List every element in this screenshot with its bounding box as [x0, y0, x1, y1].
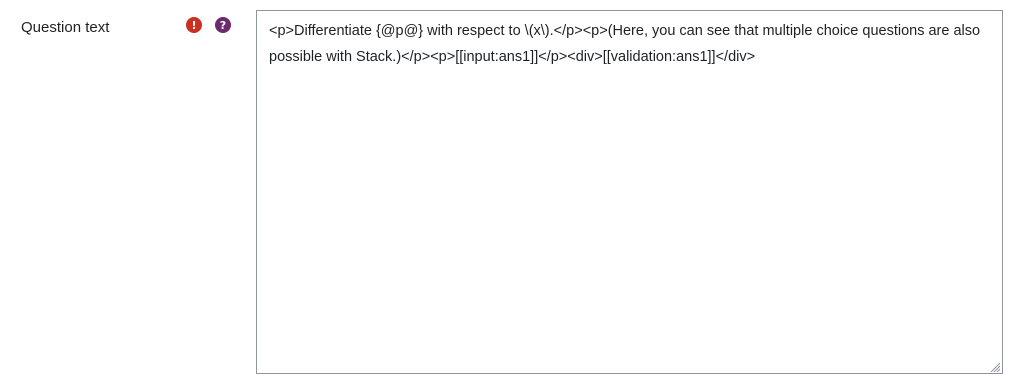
- question-text-form-row: Question text ! ?: [0, 0, 1024, 383]
- question-text-editor[interactable]: [256, 10, 1003, 374]
- field-icons: ! ?: [186, 17, 231, 33]
- resize-grip-icon[interactable]: [990, 362, 1000, 372]
- question-text-label: Question text: [21, 19, 110, 36]
- required-icon: !: [186, 17, 202, 33]
- help-icon[interactable]: ?: [215, 17, 231, 33]
